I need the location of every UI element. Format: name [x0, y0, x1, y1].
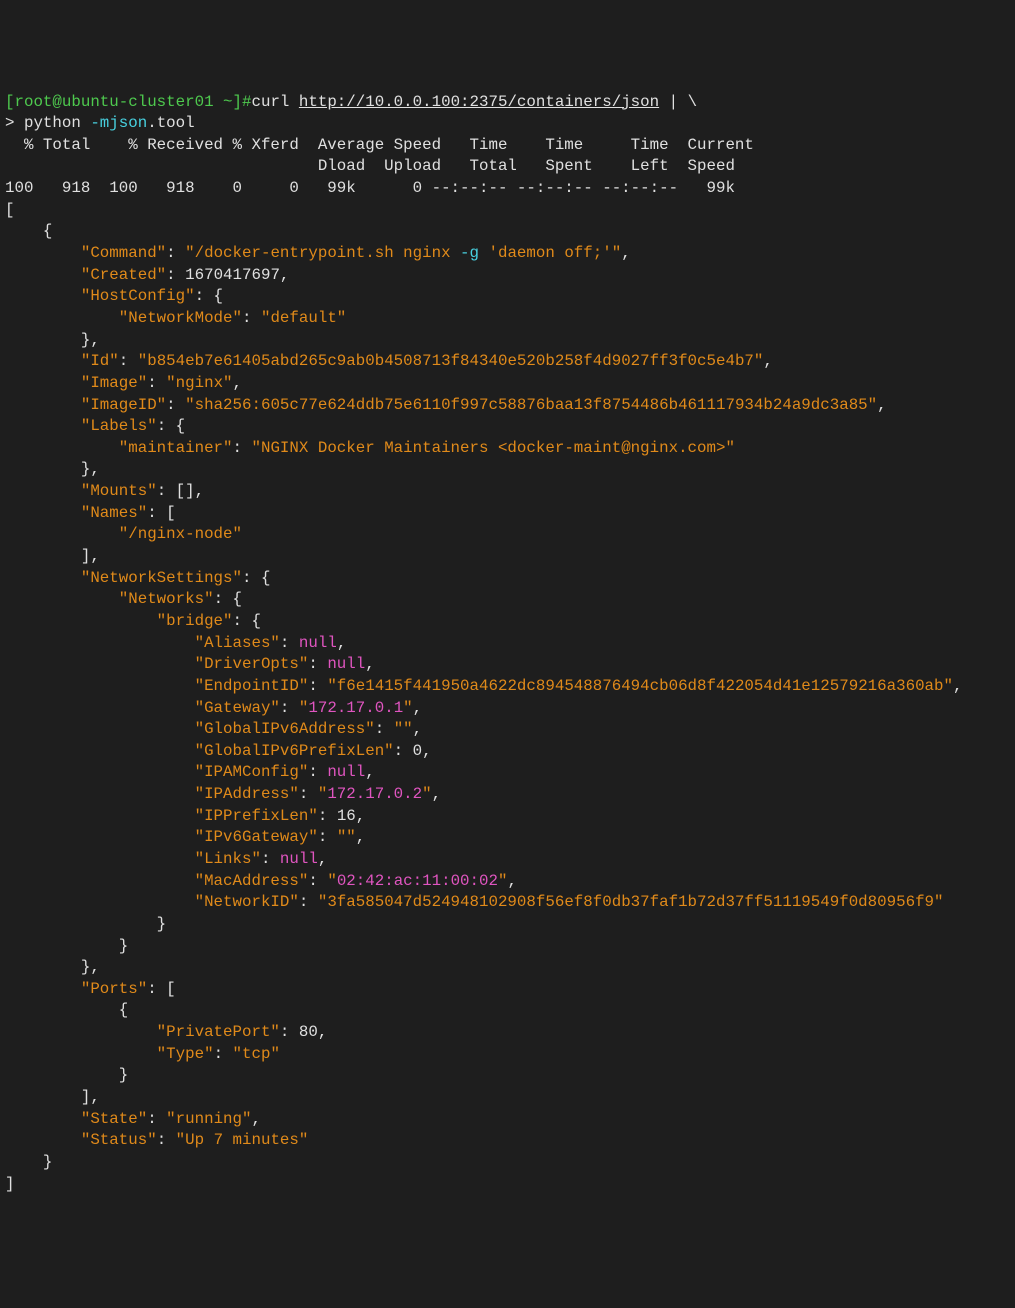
cmd-python: python — [24, 114, 90, 132]
val-globalipv6prefixlen: 0 — [413, 742, 422, 760]
ports-obj-open: { — [5, 1001, 128, 1019]
val-names: "/nginx-node" — [5, 525, 242, 543]
flag-mjson: -mjson — [90, 114, 147, 132]
key-links: "Links" — [5, 850, 261, 868]
val-null: null — [299, 634, 337, 652]
curl-progress-line: 100 918 100 918 0 0 99k 0 --:--:-- --:--… — [5, 179, 735, 197]
val-image: "nginx" — [166, 374, 232, 392]
key-macaddress: "MacAddress" — [5, 872, 308, 890]
key-state: "State" — [5, 1110, 147, 1128]
key-id: "Id" — [5, 352, 119, 370]
key-ipprefixlen: "IPPrefixLen" — [5, 807, 318, 825]
val-ipaddress: 172.17.0.2 — [327, 785, 422, 803]
close-bracket: ], — [5, 547, 100, 565]
key-endpointid: "EndpointID" — [5, 677, 308, 695]
val-ipprefixlen: 16 — [337, 807, 356, 825]
key-privateport: "PrivatePort" — [5, 1023, 280, 1041]
json-array-close: ] — [5, 1175, 14, 1193]
key-driveropts: "DriverOpts" — [5, 655, 308, 673]
json-obj-open: { — [5, 222, 52, 240]
key-aliases: "Aliases" — [5, 634, 280, 652]
val-mounts: [] — [176, 482, 195, 500]
val-null: null — [327, 655, 365, 673]
val-imageid: "sha256:605c77e624ddb75e6110f997c58876ba… — [185, 396, 877, 414]
val-globalipv6address: "" — [394, 720, 413, 738]
key-names: "Names" — [5, 504, 147, 522]
key-hostconfig: "HostConfig" — [5, 287, 195, 305]
tool-suffix: .tool — [147, 114, 194, 132]
close-bracket: ], — [5, 1088, 100, 1106]
key-type: "Type" — [5, 1045, 214, 1063]
val-status: "Up 7 minutes" — [176, 1131, 309, 1149]
close-brace: }, — [5, 460, 100, 478]
pipe: | \ — [659, 93, 697, 111]
val-type: "tcp" — [233, 1045, 280, 1063]
curl-progress-header1: % Total % Received % Xferd Average Speed… — [5, 136, 754, 154]
json-obj-close: } — [5, 1153, 52, 1171]
key-imageid: "ImageID" — [5, 396, 166, 414]
close-brace: } — [5, 915, 166, 933]
val-gateway: 172.17.0.1 — [308, 699, 403, 717]
key-globalipv6address: "GlobalIPv6Address" — [5, 720, 375, 738]
key-ipv6gateway: "IPv6Gateway" — [5, 828, 318, 846]
continuation-prompt: > — [5, 114, 24, 132]
key-mounts: "Mounts" — [5, 482, 157, 500]
terminal-output[interactable]: [root@ubuntu-cluster01 ~]#curl http://10… — [5, 92, 1010, 1196]
key-globalipv6prefixlen: "GlobalIPv6PrefixLen" — [5, 742, 394, 760]
key-bridge: "bridge" — [5, 612, 233, 630]
close-brace: }, — [5, 331, 100, 349]
prompt: [root@ubuntu-cluster01 ~]# — [5, 93, 251, 111]
val-ipv6gateway: "" — [337, 828, 356, 846]
val-command-p2: 'daemon off;'" — [479, 244, 621, 262]
close-brace: } — [5, 937, 128, 955]
val-networkid: "3fa585047d524948102908f56ef8f0db37faf1b… — [318, 893, 944, 911]
curl-progress-header2: Dload Upload Total Spent Left Speed — [5, 157, 735, 175]
key-image: "Image" — [5, 374, 147, 392]
val-null: null — [327, 763, 365, 781]
val-endpointid: "f6e1415f441950a4622dc894548876494cb06d8… — [327, 677, 953, 695]
json-array-open: [ — [5, 201, 14, 219]
cmd-curl: curl — [251, 93, 298, 111]
val-id: "b854eb7e61405abd265c9ab0b4508713f84340e… — [138, 352, 764, 370]
key-status: "Status" — [5, 1131, 157, 1149]
key-ipamconfig: "IPAMConfig" — [5, 763, 308, 781]
key-ports: "Ports" — [5, 980, 147, 998]
val-maintainer: "NGINX Docker Maintainers <docker-maint@… — [251, 439, 734, 457]
val-networkmode: "default" — [261, 309, 346, 327]
url: http://10.0.0.100:2375/containers/json — [299, 93, 659, 111]
val-created: 1670417697 — [185, 266, 280, 284]
close-brace: }, — [5, 958, 100, 976]
key-networks: "Networks" — [5, 590, 214, 608]
key-networkmode: "NetworkMode" — [5, 309, 242, 327]
key-networksettings: "NetworkSettings" — [5, 569, 242, 587]
val-macaddress: 02:42:ac:11:00:02 — [337, 872, 498, 890]
key-gateway: "Gateway" — [5, 699, 280, 717]
key-command: "Command" — [5, 244, 166, 262]
key-created: "Created" — [5, 266, 166, 284]
val-command-flag: -g — [460, 244, 479, 262]
val-privateport: 80 — [299, 1023, 318, 1041]
key-ipaddress: "IPAddress" — [5, 785, 299, 803]
key-maintainer: "maintainer" — [5, 439, 233, 457]
close-brace: } — [5, 1066, 128, 1084]
val-command-p1: "/docker-entrypoint.sh nginx — [185, 244, 460, 262]
key-networkid: "NetworkID" — [5, 893, 299, 911]
val-state: "running" — [166, 1110, 251, 1128]
val-null: null — [280, 850, 318, 868]
key-labels: "Labels" — [5, 417, 157, 435]
